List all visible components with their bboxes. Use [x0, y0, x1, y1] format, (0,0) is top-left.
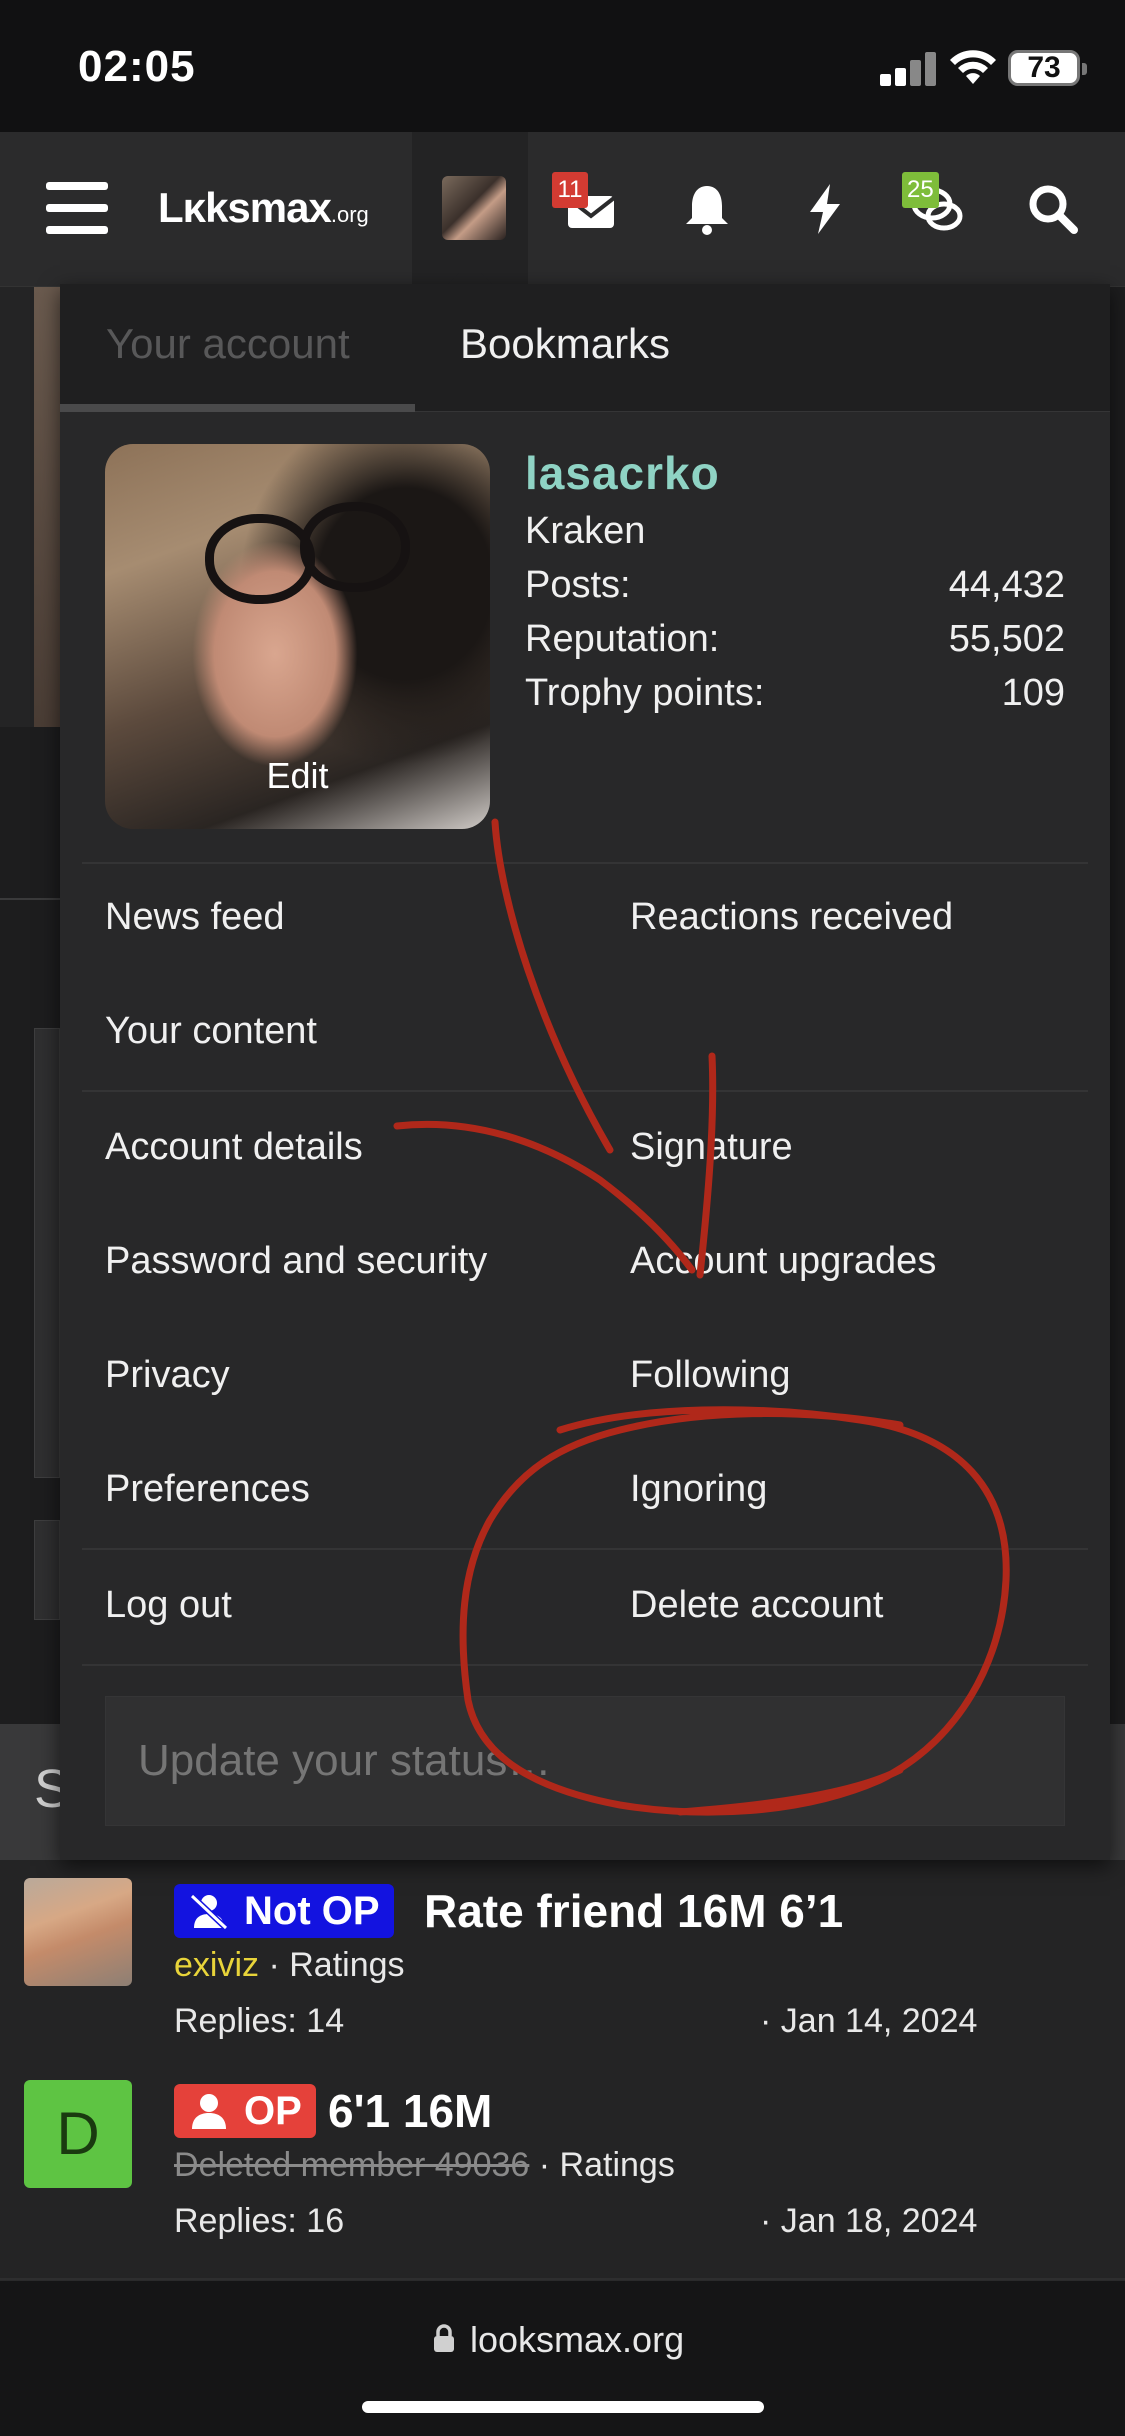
thread-forum[interactable]: Ratings — [560, 2146, 675, 2184]
menu-ignoring[interactable]: Ignoring — [630, 1468, 767, 1511]
avatar[interactable]: D — [24, 2080, 132, 2188]
avatar — [442, 176, 506, 240]
divider — [82, 1664, 1088, 1666]
top-nav: Lκksmax.org 11 25 — [0, 132, 1125, 287]
menu-password-security[interactable]: Password and security — [105, 1240, 487, 1283]
hamburger-menu-icon[interactable] — [46, 182, 108, 234]
stat-label: Trophy points: — [525, 672, 765, 714]
user-slash-icon — [189, 1893, 229, 1930]
menu-privacy[interactable]: Privacy — [105, 1354, 230, 1397]
conversations-badge: 25 — [902, 172, 939, 208]
thread-title[interactable]: 6'1 16M — [328, 2084, 492, 2138]
thread-replies: Replies: 16 — [174, 2202, 345, 2240]
meta-separator: · — [259, 1946, 290, 1984]
menu-account-upgrades[interactable]: Account upgrades — [630, 1240, 936, 1283]
thread-prefix-not-op[interactable]: Not OP — [174, 1884, 394, 1938]
url-domain[interactable]: looksmax.org — [470, 2319, 684, 2361]
edit-avatar-button[interactable]: Edit — [105, 755, 490, 797]
search-icon[interactable] — [1024, 180, 1082, 238]
prefix-label: OP — [244, 2089, 302, 2133]
stat-value: 44,432 — [948, 564, 1065, 606]
signal-icon — [880, 50, 936, 86]
lock-icon — [434, 2324, 454, 2352]
wifi-icon — [950, 50, 996, 84]
tab-your-account[interactable]: Your account — [106, 320, 350, 368]
home-indicator[interactable] — [362, 2401, 764, 2413]
thread-meta: Deleted member 49036 · Ratings — [174, 2146, 675, 2185]
inbox-badge: 11 — [552, 172, 588, 208]
menu-your-content[interactable]: Your content — [105, 1010, 317, 1053]
logo-suffix: .org — [330, 202, 369, 227]
lightning-icon[interactable] — [796, 180, 854, 238]
username-link[interactable]: lasacrko — [525, 446, 720, 500]
stat-reputation: Reputation: 55,502 — [525, 618, 1065, 661]
menu-reactions-received[interactable]: Reactions received — [630, 896, 953, 939]
profile-avatar[interactable]: Edit — [105, 444, 490, 829]
bell-icon[interactable] — [678, 180, 736, 238]
stat-value: 55,502 — [948, 618, 1065, 660]
menu-log-out[interactable]: Log out — [105, 1584, 232, 1627]
thread-date: · Jan 18, 2024 — [760, 2202, 977, 2241]
thread-date-value: Jan 18, 2024 — [780, 2202, 978, 2240]
menu-following[interactable]: Following — [630, 1354, 791, 1397]
menu-delete-account[interactable]: Delete account — [630, 1584, 884, 1627]
menu-preferences[interactable]: Preferences — [105, 1468, 310, 1511]
list-item[interactable]: D OP 6'1 16M Deleted member 49036 · Rati… — [0, 2060, 1125, 2270]
tab-bookmarks[interactable]: Bookmarks — [460, 320, 670, 368]
stat-trophy-points: Trophy points: 109 — [525, 672, 1065, 715]
menu-account-details[interactable]: Account details — [105, 1126, 363, 1169]
prefix-label: Not OP — [244, 1889, 380, 1933]
list-item[interactable]: Not OP Rate friend 16M 6’1 exiviz · Rati… — [0, 1860, 1125, 2060]
background-panel — [34, 1520, 60, 1620]
user-title: Kraken — [525, 510, 646, 552]
thread-prefix-op[interactable]: OP — [174, 2084, 316, 2138]
stat-posts: Posts: 44,432 — [525, 564, 1065, 607]
stat-label: Reputation: — [525, 618, 720, 660]
dropdown-tabs: Your account Bookmarks — [60, 284, 1110, 412]
meta-separator: · — [529, 2146, 560, 2184]
avatar-glasses-right — [300, 502, 410, 592]
status-bar: 02:05 73 — [0, 0, 1125, 132]
thread-title[interactable]: Rate friend 16M 6’1 — [424, 1884, 843, 1938]
user-icon — [192, 2094, 226, 2129]
logo-text: Lκksmax — [158, 184, 332, 231]
site-logo[interactable]: Lκksmax.org — [158, 184, 369, 232]
thread-forum[interactable]: Ratings — [289, 1946, 404, 1984]
thread-meta: exiviz · Ratings — [174, 1946, 405, 1985]
divider — [82, 1548, 1088, 1550]
status-time: 02:05 — [78, 42, 196, 91]
thread-date-value: Jan 14, 2024 — [780, 2002, 978, 2040]
avatar-glasses-left — [205, 514, 315, 604]
account-dropdown: Your account Bookmarks Edit lasacrko Kra… — [60, 284, 1110, 1860]
thread-author: Deleted member 49036 — [174, 2146, 530, 2184]
thread-author[interactable]: exiviz — [174, 1946, 259, 1984]
background-image-strip — [0, 287, 60, 727]
divider — [82, 862, 1088, 864]
menu-news-feed[interactable]: News feed — [105, 896, 285, 939]
background-panel — [34, 1028, 60, 1478]
thread-date: · Jan 14, 2024 — [760, 2002, 977, 2041]
browser-url-bar[interactable]: looksmax.org — [0, 2280, 1125, 2436]
stat-label: Posts: — [525, 564, 631, 606]
thread-replies: Replies: 14 — [174, 2002, 345, 2040]
background-divider — [0, 898, 60, 900]
dropdown-pointer — [448, 262, 492, 284]
menu-signature[interactable]: Signature — [630, 1126, 793, 1169]
stat-value: 109 — [1001, 672, 1065, 714]
date-separator: · — [760, 2002, 781, 2040]
date-separator: · — [760, 2202, 781, 2240]
battery-icon: 73 — [1008, 50, 1087, 86]
divider — [82, 1090, 1088, 1092]
active-tab-indicator — [60, 404, 415, 412]
avatar[interactable] — [24, 1878, 132, 1986]
status-update-input[interactable] — [105, 1696, 1065, 1826]
